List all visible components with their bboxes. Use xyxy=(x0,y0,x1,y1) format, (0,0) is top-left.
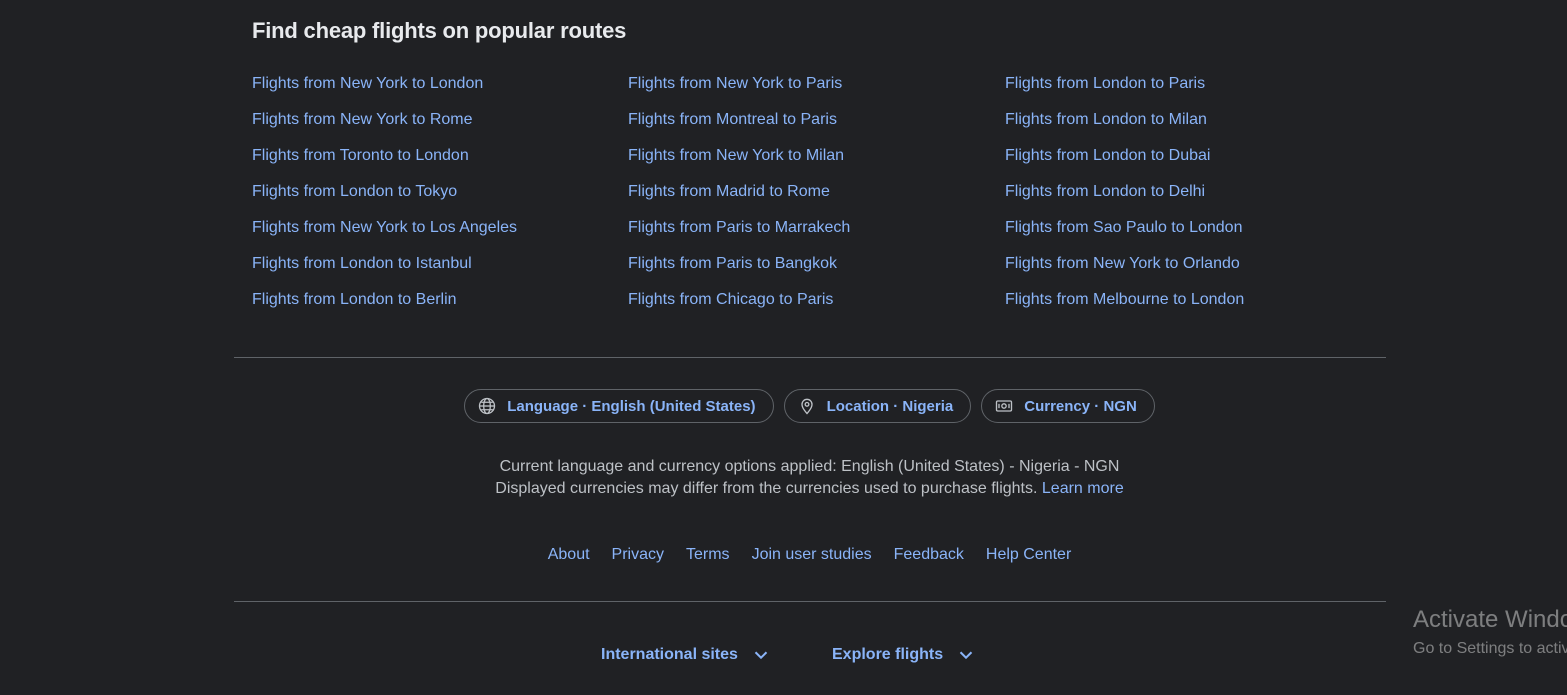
currency-notice-line-2: Displayed currencies may differ from the… xyxy=(0,478,1567,500)
route-link-montreal-paris[interactable]: Flights from Montreal to Paris xyxy=(628,108,850,144)
route-link-london-dubai[interactable]: Flights from London to Dubai xyxy=(1005,144,1244,180)
routes-column-3: Flights from London to Paris Flights fro… xyxy=(1005,72,1244,324)
chevron-down-icon xyxy=(754,651,768,660)
location-button[interactable]: Location · Nigeria xyxy=(783,389,972,423)
privacy-link[interactable]: Privacy xyxy=(612,543,664,567)
route-link-toronto-london[interactable]: Flights from Toronto to London xyxy=(252,144,517,180)
international-sites-label: International sites xyxy=(601,646,738,663)
terms-link[interactable]: Terms xyxy=(686,543,730,567)
activate-windows-watermark: Activate Windows Go to Settings to activ… xyxy=(1413,605,1567,660)
section-divider-top xyxy=(234,357,1386,358)
route-link-new-york-london[interactable]: Flights from New York to London xyxy=(252,72,517,108)
language-label: Language · English (United States) xyxy=(507,397,756,415)
currency-button[interactable]: Currency · NGN xyxy=(981,389,1155,423)
route-link-madrid-rome[interactable]: Flights from Madrid to Rome xyxy=(628,180,850,216)
route-link-london-milan[interactable]: Flights from London to Milan xyxy=(1005,108,1244,144)
globe-icon xyxy=(479,397,496,415)
footer-links: About Privacy Terms Join user studies Fe… xyxy=(0,543,1567,567)
location-pin-icon xyxy=(800,398,813,415)
about-link[interactable]: About xyxy=(548,543,590,567)
explore-flights-dropdown[interactable]: Explore flights xyxy=(832,643,977,667)
route-link-new-york-milan[interactable]: Flights from New York to Milan xyxy=(628,144,850,180)
learn-more-link[interactable]: Learn more xyxy=(1042,480,1124,497)
location-label: Location · Nigeria xyxy=(826,397,954,415)
explore-flights-label: Explore flights xyxy=(832,646,944,663)
currency-notice-line-1: Current language and currency options ap… xyxy=(499,458,1120,475)
currency-notice: Current language and currency options ap… xyxy=(0,456,1567,500)
popular-routes-grid: Flights from New York to London Flights … xyxy=(252,72,1382,324)
route-link-london-istanbul[interactable]: Flights from London to Istanbul xyxy=(252,252,517,288)
route-link-new-york-rome[interactable]: Flights from New York to Rome xyxy=(252,108,517,144)
route-link-london-delhi[interactable]: Flights from London to Delhi xyxy=(1005,180,1244,216)
route-link-london-berlin[interactable]: Flights from London to Berlin xyxy=(252,288,517,324)
routes-column-2: Flights from New York to Paris Flights f… xyxy=(628,72,850,324)
help-center-link[interactable]: Help Center xyxy=(986,543,1071,567)
currency-notice-text: Displayed currencies may differ from the… xyxy=(495,480,1038,497)
route-link-new-york-paris[interactable]: Flights from New York to Paris xyxy=(628,72,850,108)
route-link-new-york-orlando[interactable]: Flights from New York to Orlando xyxy=(1005,252,1244,288)
watermark-subtitle: Go to Settings to activate Windows. xyxy=(1413,640,1567,657)
international-sites-dropdown[interactable]: International sites xyxy=(601,643,772,667)
language-button[interactable]: Language · English (United States) xyxy=(464,389,774,423)
route-link-sao-paulo-london[interactable]: Flights from Sao Paulo to London xyxy=(1005,216,1244,252)
routes-column-1: Flights from New York to London Flights … xyxy=(252,72,517,324)
watermark-title: Activate Windows xyxy=(1413,606,1567,633)
section-divider-bottom xyxy=(234,601,1386,602)
route-link-chicago-paris[interactable]: Flights from Chicago to Paris xyxy=(628,288,850,324)
route-link-london-paris[interactable]: Flights from London to Paris xyxy=(1005,72,1244,108)
feedback-link[interactable]: Feedback xyxy=(894,543,964,567)
route-link-melbourne-london[interactable]: Flights from Melbourne to London xyxy=(1005,288,1244,324)
chevron-down-icon xyxy=(959,651,973,660)
settings-chips: Language · English (United States) Locat… xyxy=(0,389,1567,423)
currency-icon xyxy=(996,400,1013,412)
route-link-paris-bangkok[interactable]: Flights from Paris to Bangkok xyxy=(628,252,850,288)
join-user-studies-link[interactable]: Join user studies xyxy=(752,543,872,567)
route-link-new-york-los-angeles[interactable]: Flights from New York to Los Angeles xyxy=(252,216,517,252)
currency-label: Currency · NGN xyxy=(1024,397,1137,415)
popular-routes-heading: Find cheap flights on popular routes xyxy=(252,18,627,43)
route-link-london-tokyo[interactable]: Flights from London to Tokyo xyxy=(252,180,517,216)
route-link-paris-marrakech[interactable]: Flights from Paris to Marrakech xyxy=(628,216,850,252)
